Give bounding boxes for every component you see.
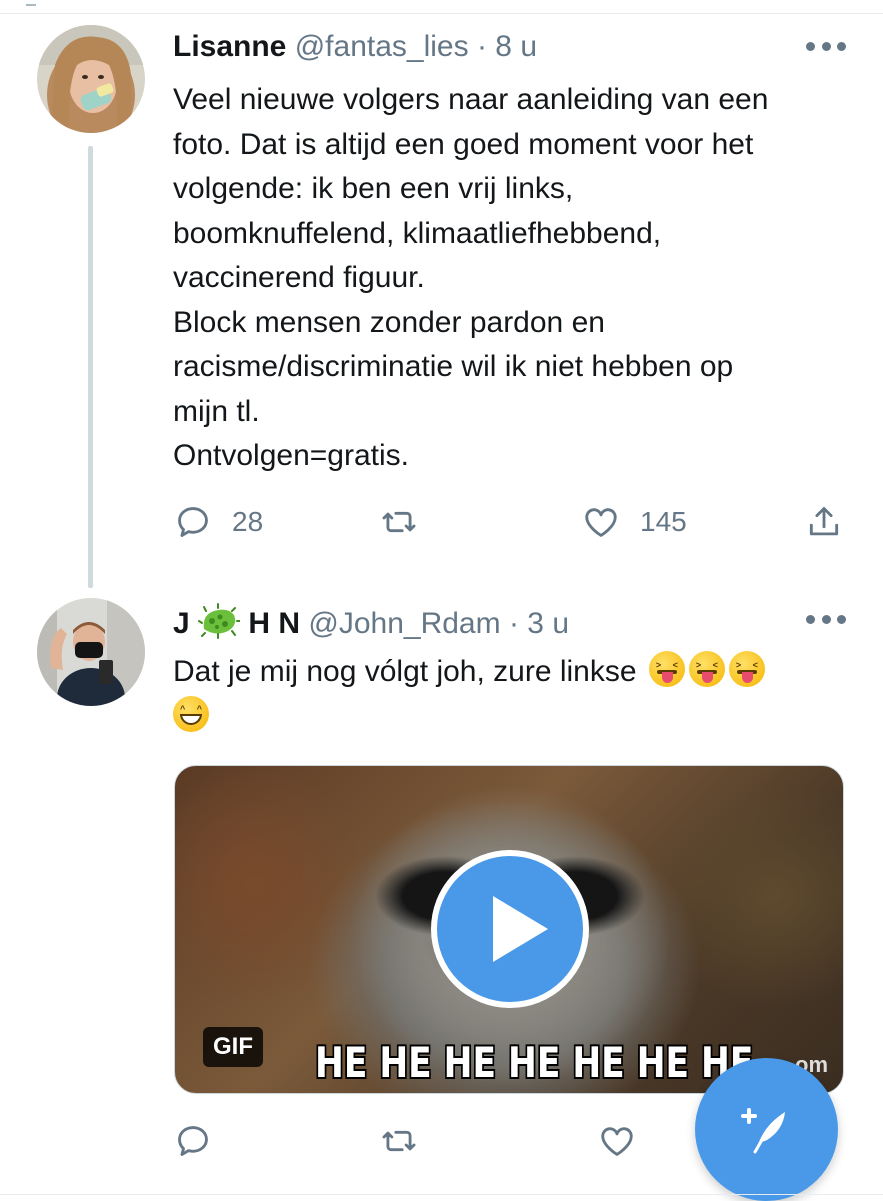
reply-button[interactable]: [174, 1122, 212, 1160]
heart-icon: [601, 1127, 633, 1156]
display-name-part1[interactable]: J: [173, 607, 190, 640]
reply-icon: [178, 507, 208, 537]
more-options-icon[interactable]: [806, 615, 846, 629]
avatar-john-rdam[interactable]: [37, 598, 145, 706]
squinting-tongue-face-icon: > <: [648, 651, 685, 687]
tweet-text-line: boomknuffelend, klimaatliefhebbend,: [173, 216, 662, 250]
tweet-text-line: Block mensen zonder pardon en: [173, 305, 605, 339]
tweet-header: Lisanne @fantas_lies · 8 u: [173, 30, 537, 64]
reply-button[interactable]: 28: [174, 503, 263, 541]
tweet-text: Veel nieuwe volgers naar aanleiding van …: [173, 78, 853, 479]
separator-dot: ·: [476, 30, 487, 63]
like-count: 145: [640, 506, 687, 537]
user-handle[interactable]: @John_Rdam: [308, 607, 500, 640]
tweet-text-line: mijn tl.: [173, 394, 260, 428]
tweet-text-line: ^ ^: [173, 695, 853, 740]
tweet-text-line: foto. Dat is altijd een goed moment voor…: [173, 127, 754, 161]
tweet-actions: 28 145: [0, 503, 883, 553]
gif-badge: GIF: [203, 1027, 263, 1067]
bottom-divider: [0, 1194, 883, 1195]
retweet-icon: [382, 511, 416, 533]
timestamp[interactable]: 8 u: [495, 30, 537, 63]
microbe-icon: [198, 603, 242, 639]
previous-tweet-stub: [26, 0, 36, 6]
tweet-text-line: racisme/discriminatie wil ik niet hebben…: [173, 350, 734, 383]
avatar-lisanne[interactable]: [37, 25, 145, 133]
timestamp[interactable]: 3 u: [527, 607, 569, 640]
play-button[interactable]: [431, 850, 589, 1008]
user-handle[interactable]: @fantas_lies: [295, 30, 469, 63]
separator-dot: ·: [508, 607, 519, 640]
retweet-button[interactable]: [380, 1122, 418, 1160]
tweet-text-line: Ontvolgen=gratis.: [173, 439, 409, 472]
tweet-text-line: vaccinerend figuur.: [173, 261, 425, 294]
like-button[interactable]: 145: [582, 503, 687, 541]
tweet-text-line: Dat je mij nog vólgt joh, zure linkse > <…: [173, 650, 853, 695]
more-options-icon[interactable]: [806, 42, 846, 56]
reply-count: 28: [232, 506, 264, 537]
display-name[interactable]: Lisanne: [173, 30, 286, 63]
top-divider: [0, 0, 883, 14]
squinting-tongue-face-icon: > <: [728, 651, 765, 687]
grinning-face-icon: ^ ^: [173, 695, 209, 732]
compose-feather-icon: [741, 1108, 785, 1154]
compose-tweet-button[interactable]: [695, 1058, 838, 1201]
share-button[interactable]: [805, 503, 843, 541]
tweet-header: J H N @John_Rdam · 3 u: [173, 603, 569, 641]
heart-icon: [585, 508, 617, 537]
reply-icon: [178, 1126, 208, 1156]
tweet-text-line: Veel nieuwe volgers naar aanleiding van …: [173, 83, 769, 116]
gif-media-card[interactable]: GIF HE HE HE HE HE HE HE om: [174, 765, 844, 1094]
retweet-icon: [382, 1130, 416, 1152]
like-button[interactable]: [598, 1122, 636, 1160]
display-name-part2[interactable]: H N: [248, 607, 300, 640]
squinting-tongue-face-icon: > <: [688, 651, 725, 687]
play-icon: [493, 896, 548, 962]
retweet-button[interactable]: [380, 503, 418, 541]
tweet-text-content: Dat je mij nog vólgt joh, zure linkse: [173, 655, 637, 688]
gif-caption-text: HE HE HE HE HE HE HE: [315, 1038, 754, 1087]
tweet-text-line: volgende: ik ben een vrij links,: [173, 172, 574, 205]
share-icon: [809, 507, 839, 536]
tweet-text: Dat je mij nog vólgt joh, zure linkse > <…: [173, 650, 853, 739]
